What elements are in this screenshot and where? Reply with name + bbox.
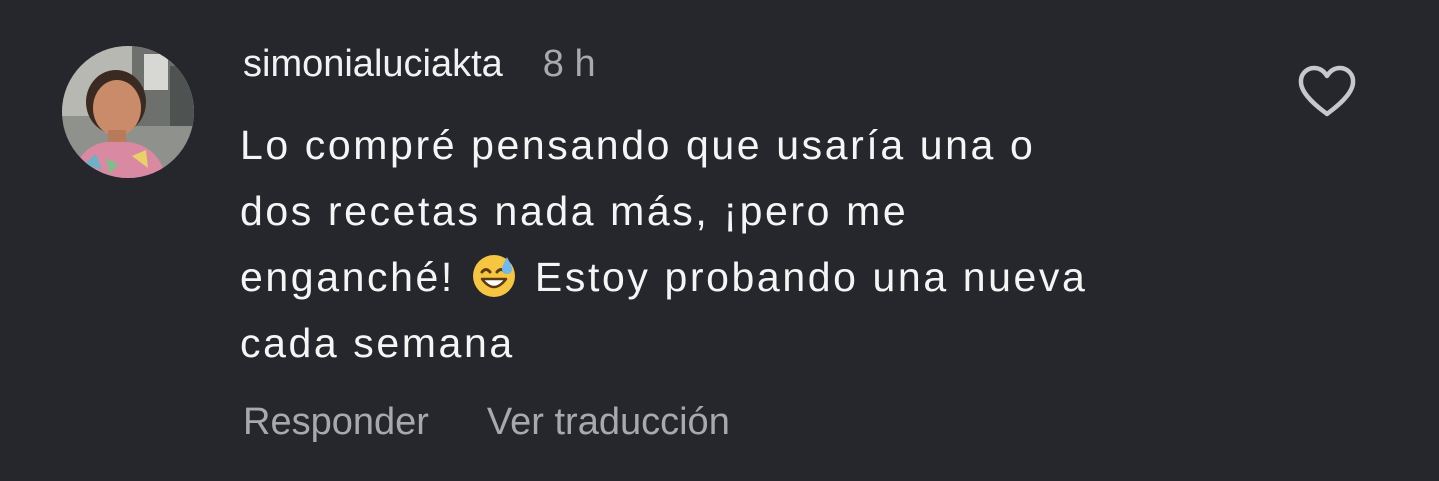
see-translation-button[interactable]: Ver traducción <box>487 401 730 444</box>
comment-text-line: cada semana <box>240 320 515 366</box>
comment-text-segment: enganché! <box>240 254 455 300</box>
comment-text-segment: Estoy probando una nueva <box>534 254 1088 300</box>
reply-button[interactable]: Responder <box>243 401 429 444</box>
avatar[interactable] <box>62 46 194 178</box>
comment-item: simonialuciakta 8 h Lo compré pensando q… <box>0 0 1439 481</box>
comment-timestamp: 8 h <box>542 42 596 85</box>
comment-text: Lo compré pensando que usaría una o dos … <box>240 112 1220 376</box>
comment-text-line: Lo compré pensando que usaría una o <box>240 122 1036 168</box>
heart-outline-icon <box>1298 65 1356 117</box>
like-button[interactable] <box>1296 64 1358 120</box>
comment-header: simonialuciakta 8 h <box>243 38 596 90</box>
comment-text-line: enganché! Estoy probando una nueva <box>240 244 1220 310</box>
comment-author[interactable]: simonialuciakta <box>243 43 503 86</box>
comment-actions: Responder Ver traducción <box>243 396 730 448</box>
comment-text-line: dos recetas nada más, ¡pero me <box>240 188 909 234</box>
sweat-smile-emoji-icon <box>471 253 517 299</box>
